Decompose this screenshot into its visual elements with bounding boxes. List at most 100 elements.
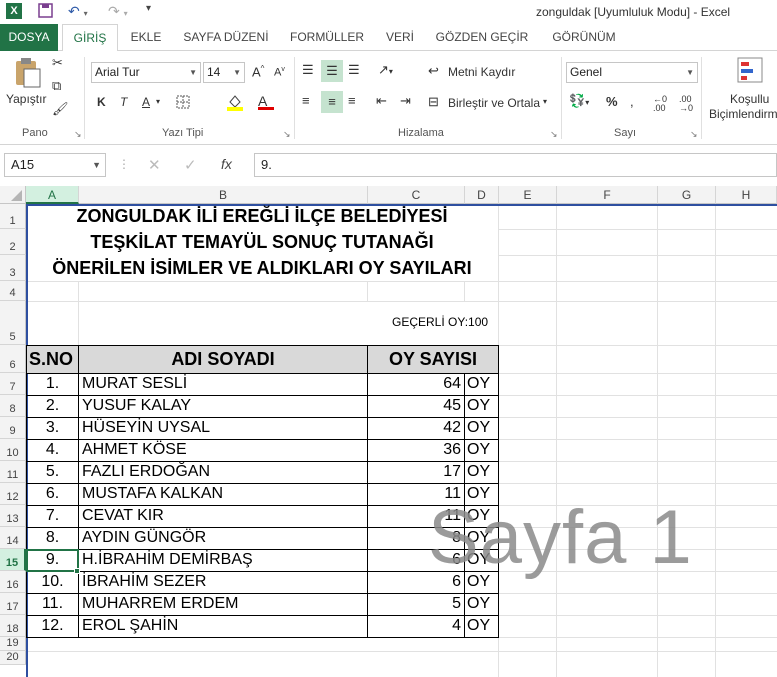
table-cell-votes[interactable]: 5 xyxy=(368,595,461,613)
cut-icon[interactable]: ✂ xyxy=(52,55,63,71)
table-cell-no[interactable]: 12. xyxy=(27,617,78,635)
table-cell-unit[interactable]: OY xyxy=(467,595,490,613)
borders-icon[interactable] xyxy=(176,95,190,112)
merge-dropdown-icon[interactable]: ▾ xyxy=(543,97,547,106)
copy-icon[interactable]: ⧉ xyxy=(52,78,61,94)
row-header[interactable]: 2 xyxy=(0,229,26,255)
align-middle-icon[interactable]: ☰ xyxy=(321,60,343,82)
underline-dropdown-icon[interactable]: ▾ xyxy=(156,97,160,106)
table-cell-votes[interactable]: 4 xyxy=(368,617,461,635)
column-header-e[interactable]: E xyxy=(499,186,557,204)
table-cell-unit[interactable]: OY xyxy=(467,617,490,635)
table-cell-name[interactable]: AHMET KÖSE xyxy=(82,441,187,459)
increase-decimal-icon[interactable]: ←0.00 xyxy=(653,95,667,113)
column-header-g[interactable]: G xyxy=(658,186,716,204)
wrap-text-button[interactable]: Metni Kaydır xyxy=(448,65,515,79)
tab-home[interactable]: GİRİŞ xyxy=(62,24,118,52)
decrease-indent-icon[interactable]: ⇤ xyxy=(376,93,387,109)
row-header[interactable]: 8 xyxy=(0,395,26,417)
clipboard-launcher-icon[interactable]: ↘ xyxy=(74,129,82,140)
customize-toolbar-icon[interactable]: ▾ xyxy=(146,3,151,21)
decrease-decimal-icon[interactable]: .00 →0 xyxy=(679,95,693,113)
row-header[interactable]: 16 xyxy=(0,571,26,593)
shrink-font-icon[interactable]: Av xyxy=(274,66,285,79)
align-right-icon[interactable]: ≡ xyxy=(348,93,356,108)
table-cell-unit[interactable]: OY xyxy=(467,441,490,459)
row-header[interactable]: 18 xyxy=(0,615,26,637)
align-top-icon[interactable]: ☰ xyxy=(302,62,314,78)
font-size-select[interactable]: 14 ▼ xyxy=(203,62,245,83)
table-cell-name[interactable]: HÜSEYİN UYSAL xyxy=(82,419,210,437)
valid-votes-cell[interactable]: GEÇERLİ OY:100 xyxy=(392,315,488,329)
row-header[interactable]: 6 xyxy=(0,345,26,373)
table-cell-no[interactable]: 6. xyxy=(27,485,78,503)
column-header-d[interactable]: D xyxy=(465,186,499,204)
row-header[interactable]: 5 xyxy=(0,301,26,345)
row-header[interactable]: 9 xyxy=(0,417,26,439)
table-header-votes[interactable]: OY SAYISI xyxy=(368,349,498,370)
number-format-select[interactable]: Genel ▼ xyxy=(566,62,698,83)
fill-handle[interactable] xyxy=(74,568,80,574)
alignment-launcher-icon[interactable]: ↘ xyxy=(550,129,558,140)
sheet-title-3[interactable]: ÖNERİLEN İSİMLER VE ALDIKLARI OY SAYILAR… xyxy=(26,258,498,279)
align-left-icon[interactable]: ≡ xyxy=(302,93,310,108)
table-cell-name[interactable]: CEVAT KIR xyxy=(82,507,164,525)
table-cell-no[interactable]: 10. xyxy=(27,573,78,591)
row-header-selected[interactable]: 15 xyxy=(0,549,26,571)
table-cell-unit[interactable]: OY xyxy=(467,397,490,415)
conditional-formatting-button-line2[interactable]: Biçimlendirm xyxy=(709,107,777,121)
italic-button[interactable]: T xyxy=(120,95,127,109)
font-launcher-icon[interactable]: ↘ xyxy=(283,129,291,140)
align-center-icon[interactable]: ≡ xyxy=(321,91,343,113)
table-cell-no[interactable]: 8. xyxy=(27,529,78,547)
table-cell-no[interactable]: 3. xyxy=(27,419,78,437)
table-cell-unit[interactable]: OY xyxy=(467,419,490,437)
column-header-h[interactable]: H xyxy=(716,186,777,204)
undo-icon[interactable]: ↶ ▾ xyxy=(68,3,88,21)
table-cell-no[interactable]: 1. xyxy=(27,375,78,393)
table-cell-votes[interactable]: 45 xyxy=(368,397,461,415)
merge-center-icon[interactable]: ⊟ xyxy=(428,94,439,110)
grow-font-icon[interactable]: A^ xyxy=(252,64,264,79)
formula-input[interactable]: 9. xyxy=(254,153,777,177)
row-header[interactable]: 20 xyxy=(0,651,26,665)
row-header[interactable]: 4 xyxy=(0,281,26,301)
table-cell-no[interactable]: 4. xyxy=(27,441,78,459)
increase-indent-icon[interactable]: ⇥ xyxy=(400,93,411,109)
number-launcher-icon[interactable]: ↘ xyxy=(690,129,698,140)
cancel-icon[interactable]: ✕ xyxy=(148,156,161,174)
table-cell-votes[interactable]: 36 xyxy=(368,441,461,459)
table-cell-unit[interactable]: OY xyxy=(467,375,490,393)
column-header-a[interactable]: A xyxy=(26,186,79,204)
select-all-corner[interactable] xyxy=(0,186,26,204)
font-color-icon[interactable]: A xyxy=(258,93,274,110)
table-header-name[interactable]: ADI SOYADI xyxy=(79,349,367,370)
column-header-b[interactable]: B xyxy=(79,186,368,204)
redo-icon[interactable]: ↷ ▾ xyxy=(108,3,128,21)
row-header[interactable]: 3 xyxy=(0,255,26,281)
worksheet-grid[interactable]: A B C D E F G H 1 2 3 4 5 6 7 8 9 10 11 … xyxy=(0,186,777,677)
table-cell-votes[interactable]: 42 xyxy=(368,419,461,437)
table-cell-name[interactable]: MUHARREM ERDEM xyxy=(82,595,238,613)
table-cell-name[interactable]: İBRAHİM SEZER xyxy=(82,573,206,591)
percent-button[interactable]: % xyxy=(606,94,618,109)
row-header[interactable]: 14 xyxy=(0,527,26,549)
table-cell-name[interactable]: FAZLI ERDOĞAN xyxy=(82,463,210,481)
save-icon[interactable] xyxy=(38,3,53,21)
table-cell-name[interactable]: H.İBRAHİM DEMİRBAŞ xyxy=(82,551,253,569)
paste-button[interactable]: Yapıştır xyxy=(6,92,46,106)
conditional-formatting-button[interactable]: Koşullu xyxy=(730,92,769,106)
format-painter-icon[interactable]: 🖌 xyxy=(52,101,69,117)
fill-color-icon[interactable] xyxy=(226,93,244,114)
name-box[interactable]: A15 ▼ xyxy=(4,153,106,177)
comma-style-icon[interactable]: , xyxy=(630,94,634,109)
table-cell-no[interactable]: 7. xyxy=(27,507,78,525)
table-cell-no[interactable]: 11. xyxy=(27,595,78,613)
tab-file[interactable]: DOSYA xyxy=(0,24,58,51)
table-cell-unit[interactable]: OY xyxy=(467,463,490,481)
row-header[interactable]: 10 xyxy=(0,439,26,461)
row-header[interactable]: 1 xyxy=(0,204,26,229)
table-cell-name[interactable]: MURAT SESLİ xyxy=(82,375,187,393)
font-name-select[interactable]: Arial Tur ▼ xyxy=(91,62,201,83)
row-header[interactable]: 11 xyxy=(0,461,26,483)
